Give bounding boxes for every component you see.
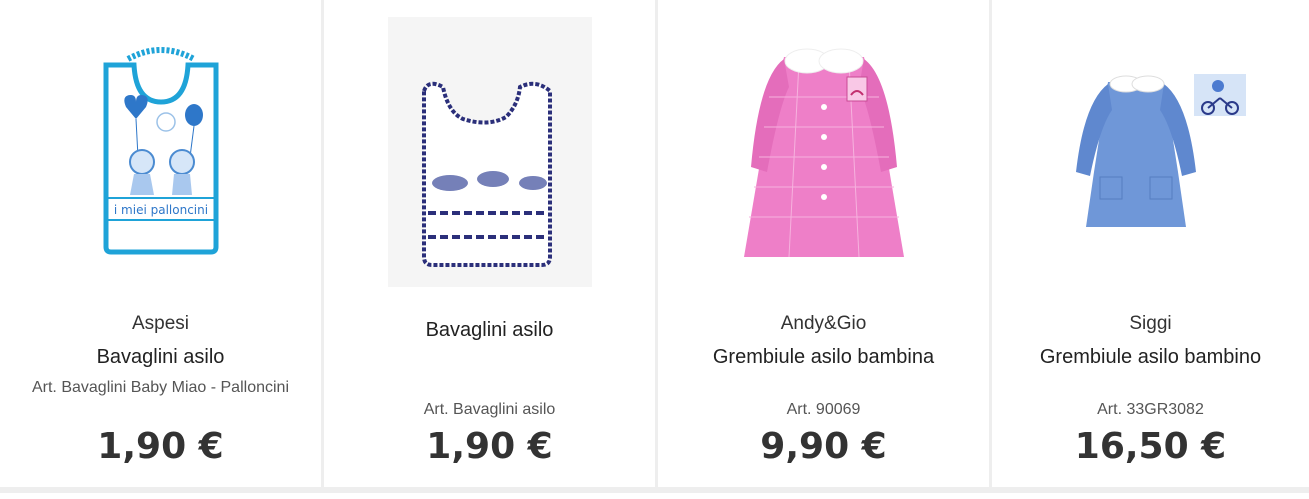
product-card-1[interactable]: i miei palloncini Aspesi Bavaglini asilo… bbox=[0, 0, 324, 493]
pink-smock-image bbox=[728, 37, 919, 267]
bib-blue-balloons-image: i miei palloncini bbox=[85, 47, 236, 257]
product-article: Art. Bavaglini asilo bbox=[423, 401, 556, 418]
product-name[interactable]: Grembiule asilo bambina bbox=[658, 345, 989, 369]
product-article: Art. 90069 bbox=[786, 401, 861, 418]
product-image-3[interactable] bbox=[658, 16, 989, 288]
bib-navy-gingham-image bbox=[387, 17, 592, 287]
product-price: 1,90 € bbox=[426, 426, 553, 467]
bib-print-text: i miei palloncini bbox=[113, 203, 207, 217]
product-brand: Andy&Gio bbox=[780, 313, 867, 334]
product-card-2[interactable]: Bavaglini asilo Art. Bavaglini asilo 1,9… bbox=[324, 0, 658, 493]
product-article: Art. Bavaglini Baby Miao - Palloncini bbox=[31, 379, 289, 396]
product-name[interactable]: Bavaglini asilo bbox=[0, 345, 321, 369]
product-image-1[interactable]: i miei palloncini bbox=[0, 16, 321, 288]
product-card-4[interactable]: Siggi Grembiule asilo bambino Art. 33GR3… bbox=[992, 0, 1309, 493]
product-image-4[interactable] bbox=[992, 16, 1309, 288]
product-brand: Siggi bbox=[1129, 313, 1172, 334]
blue-smock-image bbox=[1055, 72, 1246, 232]
product-grid: i miei palloncini Aspesi Bavaglini asilo… bbox=[0, 0, 1309, 499]
product-price: 16,50 € bbox=[1074, 426, 1227, 467]
product-name[interactable]: Bavaglini asilo bbox=[324, 318, 655, 342]
product-price: 9,90 € bbox=[760, 426, 887, 467]
product-image-2[interactable] bbox=[324, 16, 655, 288]
product-name[interactable]: Grembiule asilo bambino bbox=[992, 345, 1309, 369]
product-card-3[interactable]: Andy&Gio Grembiule asilo bambina Art. 90… bbox=[658, 0, 992, 493]
product-price: 1,90 € bbox=[97, 426, 224, 467]
product-brand: Aspesi bbox=[131, 313, 190, 334]
product-article: Art. 33GR3082 bbox=[1097, 401, 1204, 418]
